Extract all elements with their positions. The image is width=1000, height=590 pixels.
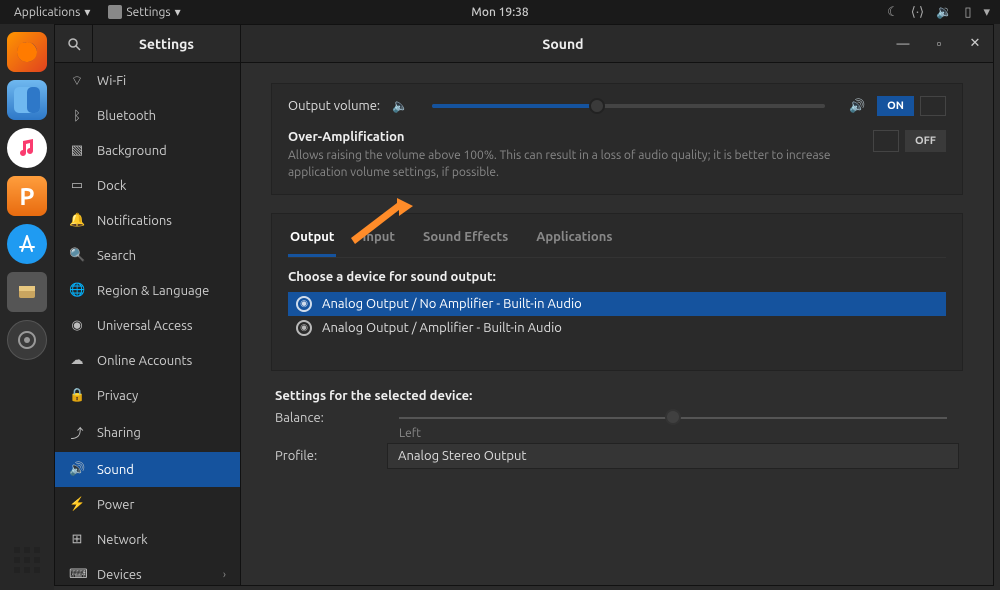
output-volume-label: Output volume:	[288, 99, 380, 113]
night-icon[interactable]: ☾	[887, 5, 899, 20]
sidebar-item-sound[interactable]: 🔊Sound	[55, 452, 240, 487]
device-row[interactable]: ◉ Analog Output / Amplifier - Built-in A…	[288, 316, 946, 340]
clock: Mon 19:38	[471, 6, 528, 19]
sidebar-item-region[interactable]: 🌐Region & Language	[55, 273, 240, 308]
dropdown-icon: ▾	[175, 5, 181, 19]
lock-icon: 🔒	[69, 388, 85, 403]
content-area: Output volume: 🔈 🔊 ON Over-Amplification	[241, 63, 993, 585]
settings-for-device-label: Settings for the selected device:	[275, 389, 959, 403]
sidebar-item-privacy[interactable]: 🔒Privacy	[55, 378, 240, 413]
share-icon: ⤴	[69, 423, 85, 442]
dropdown-icon: ▾	[84, 5, 90, 19]
sidebar-item-dock[interactable]: ▭Dock	[55, 168, 240, 203]
applications-label: Applications	[14, 6, 80, 19]
dock-app-finder[interactable]	[7, 80, 47, 120]
settings-menu-label: Settings	[126, 6, 170, 19]
globe-icon: 🌐	[69, 283, 85, 298]
output-volume-slider[interactable]	[432, 104, 825, 108]
chevron-right-icon: ›	[223, 569, 226, 581]
overamp-title: Over-Amplification	[288, 130, 853, 144]
sound-tabs: Output Input Sound Effects Applications	[288, 226, 946, 258]
sidebar-item-online-accounts[interactable]: ☁Online Accounts	[55, 343, 240, 378]
dock-app-settings[interactable]	[7, 320, 47, 360]
app-title: Settings	[93, 36, 240, 52]
cloud-icon: ☁	[69, 353, 85, 368]
network-icon[interactable]: ⟨·⟩	[911, 5, 924, 20]
device-section: Output Input Sound Effects Applications …	[271, 213, 963, 371]
dropdown-icon[interactable]: ▾	[983, 5, 990, 20]
battery-icon[interactable]: ▯	[964, 5, 971, 20]
top-panel: Applications ▾ Settings ▾ Mon 19:38 ☾ ⟨·…	[0, 0, 1000, 24]
sidebar-item-bluetooth[interactable]: ᛒBluetooth	[55, 99, 240, 133]
devices-icon: ⌨	[69, 567, 85, 582]
balance-label: Balance:	[275, 411, 375, 425]
maximize-button[interactable]: ▫	[921, 25, 957, 63]
applications-menu[interactable]: Applications ▾	[10, 5, 94, 19]
system-tray: ☾ ⟨·⟩ 🔉 ▯ ▾	[887, 5, 990, 20]
panel-title: Sound	[241, 36, 885, 52]
output-device-list: ◉ Analog Output / No Amplifier - Built-i…	[288, 292, 946, 340]
dock-app-store[interactable]	[7, 224, 47, 264]
search-icon: 🔍	[69, 248, 85, 263]
sidebar-item-background[interactable]: ▧Background	[55, 133, 240, 168]
output-on-toggle[interactable]: ON	[877, 96, 946, 116]
balance-slider[interactable]: Left	[399, 417, 947, 419]
bell-icon: 🔔	[69, 213, 85, 228]
accessibility-icon: ◉	[69, 318, 85, 333]
sidebar: ⌔Wi-Fi ᛒBluetooth ▧Background ▭Dock 🔔Not…	[55, 63, 241, 585]
gear-icon	[108, 5, 122, 19]
app-launcher[interactable]	[9, 542, 45, 578]
sidebar-item-power[interactable]: ⚡Power	[55, 487, 240, 522]
profile-label: Profile:	[275, 449, 375, 463]
titlebar: Settings Sound ― ▫ ✕	[55, 25, 993, 63]
dock-app-firefox[interactable]	[7, 32, 47, 72]
tab-input[interactable]: Input	[360, 226, 397, 257]
settings-window: Settings Sound ― ▫ ✕ ⌔Wi-Fi ᛒBluetooth ▧…	[54, 24, 994, 586]
volume-high-icon: 🔊	[849, 99, 865, 114]
sidebar-item-wifi[interactable]: ⌔Wi-Fi	[55, 63, 240, 99]
wifi-icon: ⌔	[69, 73, 85, 89]
sidebar-item-notifications[interactable]: 🔔Notifications	[55, 203, 240, 238]
profile-dropdown[interactable]: Analog Stereo Output	[387, 443, 959, 469]
sidebar-item-sharing[interactable]: ⤴Sharing	[55, 413, 240, 452]
tab-applications[interactable]: Applications	[534, 226, 614, 257]
overamp-toggle[interactable]: OFF	[873, 130, 946, 152]
power-icon: ⚡	[69, 497, 85, 512]
dock-app-presentation[interactable]: P	[7, 176, 47, 216]
speaker-icon: ◉	[296, 320, 312, 336]
output-volume-section: Output volume: 🔈 🔊 ON Over-Amplification	[271, 83, 963, 195]
minimize-button[interactable]: ―	[885, 25, 921, 63]
bluetooth-icon: ᛒ	[69, 109, 85, 123]
dock-app-music[interactable]	[7, 128, 47, 168]
dock-icon: ▭	[69, 178, 85, 193]
balance-left-label: Left	[399, 427, 421, 440]
speaker-icon: 🔊	[69, 462, 85, 477]
tab-sound-effects[interactable]: Sound Effects	[421, 226, 510, 257]
tab-output[interactable]: Output	[288, 226, 336, 257]
overamp-desc: Allows raising the volume above 100%. Th…	[288, 148, 853, 182]
sidebar-item-network[interactable]: ⊞Network	[55, 522, 240, 557]
settings-menu[interactable]: Settings ▾	[104, 5, 184, 19]
network-icon: ⊞	[69, 532, 85, 547]
volume-low-icon: 🔈	[392, 99, 408, 114]
choose-device-label: Choose a device for sound output:	[288, 270, 946, 284]
sidebar-item-search[interactable]: 🔍Search	[55, 238, 240, 273]
window-controls: ― ▫ ✕	[885, 25, 993, 63]
background-icon: ▧	[69, 143, 85, 158]
dock-app-disk[interactable]	[7, 272, 47, 312]
volume-icon[interactable]: 🔉	[936, 5, 952, 20]
dock: P	[0, 24, 54, 590]
close-button[interactable]: ✕	[957, 25, 993, 63]
sidebar-search-button[interactable]	[55, 25, 93, 62]
device-row[interactable]: ◉ Analog Output / No Amplifier - Built-i…	[288, 292, 946, 316]
sidebar-item-devices[interactable]: ⌨Devices›	[55, 557, 240, 585]
sidebar-item-universal-access[interactable]: ◉Universal Access	[55, 308, 240, 343]
speaker-icon: ◉	[296, 296, 312, 312]
